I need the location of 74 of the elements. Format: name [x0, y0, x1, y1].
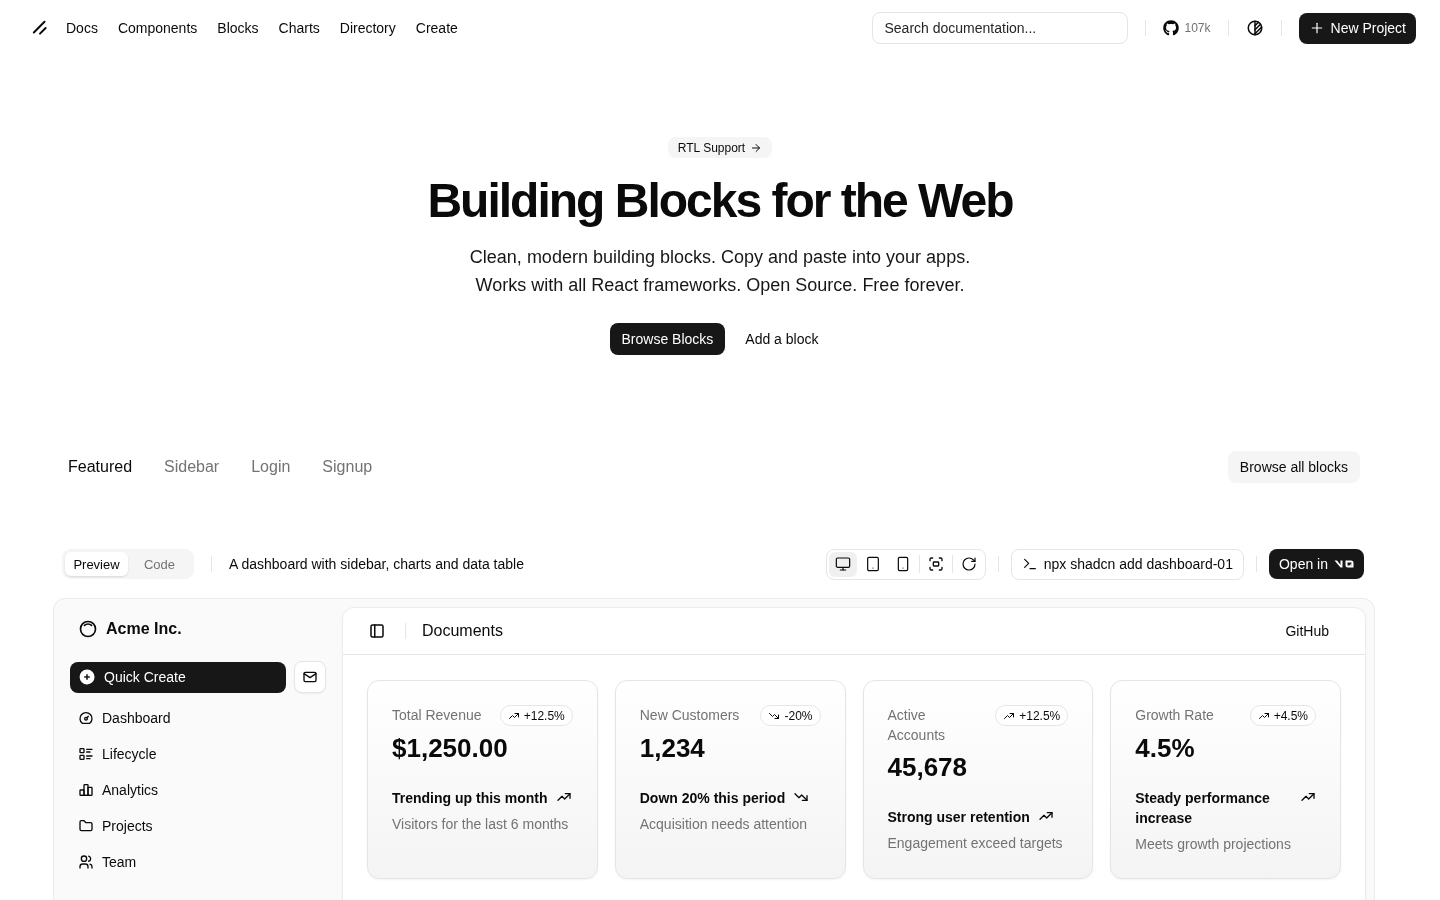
- stat-value: 4.5%: [1135, 732, 1196, 764]
- view-toggle-item[interactable]: Code: [128, 552, 191, 576]
- change-value: +4.5%: [1273, 708, 1308, 723]
- nav-link[interactable]: Create: [415, 20, 458, 36]
- new-project-button[interactable]: New Project: [1298, 12, 1416, 44]
- nav-link[interactable]: Charts: [278, 20, 320, 36]
- quick-create-button[interactable]: Quick Create: [70, 661, 286, 693]
- github-link[interactable]: 107k: [1162, 20, 1211, 36]
- command-button[interactable]: npx shadcn add dashboard-01: [1010, 548, 1244, 580]
- nav-link[interactable]: Docs: [66, 20, 98, 36]
- nav-link[interactable]: Blocks: [217, 20, 259, 36]
- inbox-button[interactable]: [294, 661, 326, 693]
- company-link[interactable]: Acme Inc.: [70, 613, 326, 645]
- nav-link[interactable]: Components: [117, 20, 198, 36]
- tablet-icon: [864, 556, 881, 572]
- terminal-icon: [1021, 556, 1038, 572]
- stat-summary: Trending up this month: [392, 789, 548, 808]
- stat-note: Meets growth projections: [1135, 835, 1292, 854]
- sidebar-item[interactable]: Team: [70, 846, 326, 878]
- stat-value: 1,234: [639, 732, 706, 764]
- stat-value: $1,250.00: [392, 732, 509, 764]
- folder-icon: [78, 818, 94, 834]
- refresh-icon: [960, 556, 977, 572]
- stat-note: Visitors for the last 6 months: [392, 815, 570, 834]
- fullscreen-icon: [927, 556, 944, 572]
- block-tab[interactable]: Signup: [322, 458, 373, 476]
- theme-toggle-button[interactable]: [1245, 19, 1264, 37]
- circle-logo-icon: [78, 619, 98, 639]
- viewport-button[interactable]: [828, 551, 857, 577]
- sidebar-item[interactable]: Analytics: [70, 774, 326, 806]
- bar-chart-icon: [78, 782, 94, 798]
- hero-description: Clean, modern building blocks. Copy and paste into your apps. Works with all React frameworks. Open Source. Free forever.: [469, 246, 971, 297]
- search-field[interactable]: Search documentation...: [871, 12, 1128, 44]
- logo-icon[interactable]: [31, 19, 49, 37]
- page-title: Documents: [422, 622, 503, 640]
- sidebar-panel-icon: [368, 622, 386, 640]
- gauge-icon: [78, 710, 94, 726]
- list-details-icon: [78, 746, 94, 762]
- stat-summary: Steady performance increase: [1135, 789, 1271, 828]
- sidebar-item[interactable]: Projects: [70, 810, 326, 842]
- github-icon: [1162, 20, 1179, 36]
- view-toggle-item[interactable]: Preview: [65, 552, 128, 576]
- stat-note: Engagement exceed targets: [887, 834, 1064, 853]
- monitor-icon: [834, 556, 851, 572]
- mail-icon: [302, 669, 318, 685]
- hero-title: Building Blocks for the Web: [427, 177, 1013, 225]
- brightness-icon: [1245, 19, 1264, 37]
- users-icon: [78, 854, 94, 870]
- add-block-link[interactable]: Add a block: [733, 323, 831, 355]
- stat-label: Active Accounts: [887, 706, 947, 745]
- sidebar-item[interactable]: Lifecycle: [70, 738, 326, 770]
- arrow-right-icon: [750, 141, 763, 154]
- rtl-support-link[interactable]: RTL Support: [667, 137, 773, 158]
- change-value: +12.5%: [1019, 708, 1061, 723]
- stat-summary: Down 20% this period: [639, 789, 786, 808]
- github-link[interactable]: GitHub: [1273, 623, 1341, 639]
- block-description: A dashboard with sidebar, charts and data table: [229, 556, 524, 572]
- block-tab[interactable]: Sidebar: [164, 458, 220, 476]
- block-tab[interactable]: Featured: [68, 458, 133, 476]
- change-value: +12.5%: [523, 708, 565, 723]
- stat-value: 45,678: [887, 751, 969, 783]
- browse-button[interactable]: Browse Blocks: [609, 323, 726, 355]
- stat-label: Total Revenue: [392, 706, 483, 725]
- stat-summary: Strong user retention: [887, 808, 1030, 827]
- browse-all-button[interactable]: Browse all blocks: [1227, 451, 1360, 483]
- open-in-button[interactable]: Open in: [1268, 549, 1364, 579]
- block-tab[interactable]: Login: [251, 458, 291, 476]
- nav-link[interactable]: Directory: [339, 20, 396, 36]
- change-value: -20%: [784, 708, 813, 723]
- stat-note: Acquisition needs attention: [639, 815, 809, 834]
- logo-icon: [1334, 559, 1354, 569]
- sidebar-item[interactable]: Dashboard: [70, 702, 326, 734]
- stat-label: New Customers: [639, 706, 741, 725]
- stat-label: Growth Rate: [1135, 706, 1215, 725]
